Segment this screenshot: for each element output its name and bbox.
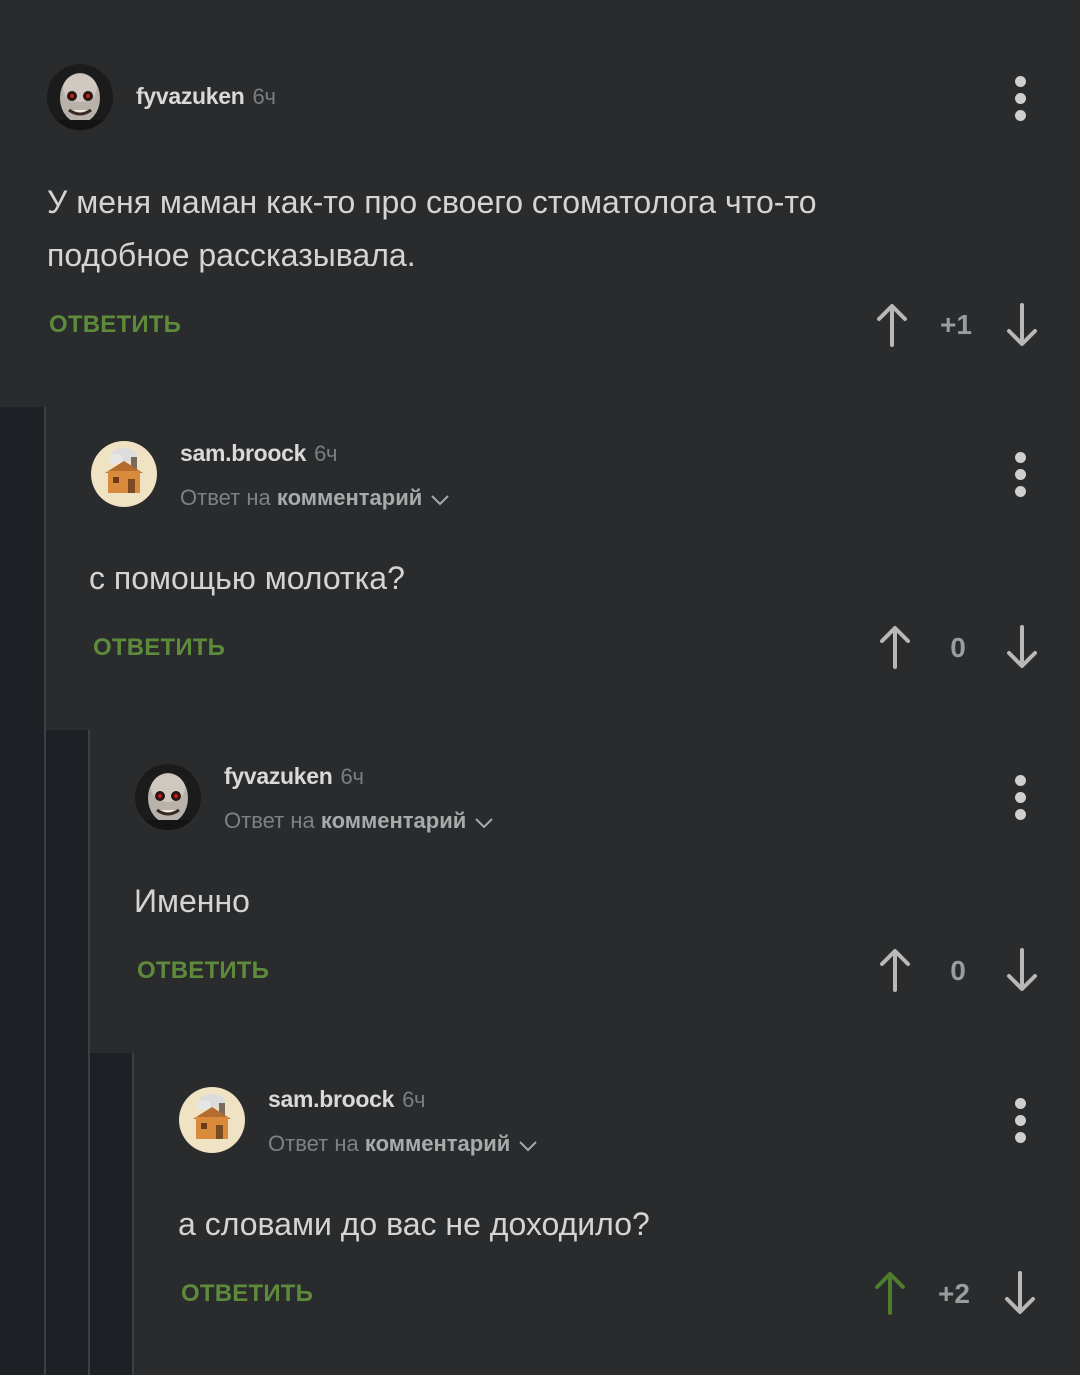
reply-button[interactable]: ОТВЕТИТЬ — [181, 1280, 313, 1308]
comment-1: fyvazuken 6ч У меня маман как-то про свое… — [2, 0, 1080, 407]
reply-button[interactable]: ОТВЕТИТЬ — [93, 634, 225, 662]
vote-score: +2 — [938, 1278, 970, 1309]
downvote-icon[interactable] — [1003, 1271, 1037, 1315]
upvote-icon[interactable] — [878, 948, 912, 992]
reply-to[interactable]: Ответ на комментарий — [224, 808, 494, 835]
reply-to-prefix: Ответ на — [268, 1131, 359, 1156]
upvote-icon[interactable] — [875, 303, 909, 347]
reply-button[interactable]: ОТВЕТИТЬ — [49, 311, 181, 339]
reply-to[interactable]: Ответ на комментарий — [180, 485, 450, 512]
chevron-down-icon[interactable] — [430, 486, 450, 512]
reply-to-prefix: Ответ на — [224, 808, 315, 833]
more-options-icon[interactable] — [1015, 76, 1027, 127]
reply-button[interactable]: ОТВЕТИТЬ — [137, 957, 269, 985]
timestamp: 6ч — [402, 1087, 426, 1112]
username[interactable]: sam.broock 6ч — [180, 440, 338, 467]
comment-3: fyvazuken 6ч Ответ на комментарий Именно … — [90, 730, 1080, 1053]
more-options-icon[interactable] — [1015, 1098, 1027, 1149]
timestamp: 6ч — [252, 84, 276, 109]
username[interactable]: sam.broock 6ч — [268, 1086, 426, 1113]
chevron-down-icon[interactable] — [518, 1132, 538, 1158]
comment-text: У меня маман как-то про своего стоматоло… — [47, 184, 817, 273]
avatar[interactable] — [47, 64, 113, 130]
chevron-down-icon[interactable] — [474, 809, 494, 835]
vote-score: 0 — [950, 632, 966, 663]
reply-to[interactable]: Ответ на комментарий — [268, 1131, 538, 1158]
avatar[interactable] — [91, 441, 157, 507]
comment-2: sam.broock 6ч Ответ на комментарий с помо… — [46, 407, 1080, 730]
vote-score: +1 — [940, 309, 972, 340]
timestamp: 6ч — [314, 441, 338, 466]
comment-text: Именно — [134, 883, 250, 919]
downvote-icon[interactable] — [1005, 625, 1039, 669]
thread-rail-3[interactable] — [90, 1053, 134, 1375]
comment-4: sam.broock 6ч Ответ на комментарий а слов… — [134, 1053, 1080, 1375]
thread-rail-2[interactable] — [46, 730, 90, 1375]
more-options-icon[interactable] — [1015, 775, 1027, 826]
downvote-icon[interactable] — [1005, 948, 1039, 992]
avatar[interactable] — [135, 764, 201, 830]
username-text[interactable]: fyvazuken — [136, 83, 245, 109]
downvote-icon[interactable] — [1005, 303, 1039, 347]
vote-score: 0 — [950, 955, 966, 986]
username-text[interactable]: sam.broock — [180, 440, 306, 466]
comment-text: с помощью молотка? — [89, 560, 405, 596]
upvote-icon[interactable] — [873, 1271, 907, 1315]
username-text[interactable]: fyvazuken — [224, 763, 333, 789]
reply-to-target[interactable]: комментарий — [277, 485, 422, 510]
reply-to-target[interactable]: комментарий — [365, 1131, 510, 1156]
avatar[interactable] — [179, 1087, 245, 1153]
more-options-icon[interactable] — [1015, 452, 1027, 503]
reply-to-target[interactable]: комментарий — [321, 808, 466, 833]
thread-rail-1[interactable] — [0, 407, 46, 1375]
comment-text: а словами до вас не доходило? — [178, 1206, 650, 1242]
reply-to-prefix: Ответ на — [180, 485, 271, 510]
username[interactable]: fyvazuken 6ч — [136, 83, 276, 110]
username[interactable]: fyvazuken 6ч — [224, 763, 364, 790]
upvote-icon[interactable] — [878, 625, 912, 669]
username-text[interactable]: sam.broock — [268, 1086, 394, 1112]
timestamp: 6ч — [340, 764, 364, 789]
